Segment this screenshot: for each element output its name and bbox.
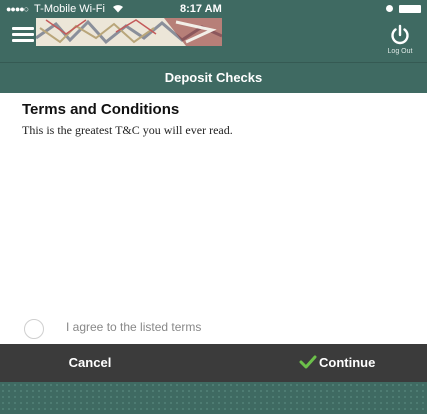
terms-heading: Terms and Conditions: [22, 101, 180, 118]
bank-logo-banner: [36, 18, 222, 46]
cancel-button[interactable]: Cancel: [40, 344, 140, 382]
wifi-icon: [113, 5, 123, 13]
action-bar: Cancel Continue: [0, 344, 427, 382]
logo-image: [36, 18, 222, 46]
agree-terms-label: I agree to the listed terms: [66, 320, 202, 334]
power-icon: [391, 24, 409, 45]
continue-label: Continue: [319, 355, 376, 370]
footer-pattern: [0, 382, 427, 414]
status-carrier-group: ●●●●○ T-Mobile Wi-Fi: [6, 0, 124, 18]
logout-label: Log Out: [387, 48, 413, 55]
menu-line-icon: [12, 27, 34, 30]
checkmark-icon: [299, 355, 317, 369]
app-header: ●●●●○ T-Mobile Wi-Fi 8:17 AM Log Out: [0, 0, 427, 62]
signal-strength-icon: ●●●●○: [6, 4, 29, 14]
terms-content: Terms and Conditions This is the greates…: [0, 93, 427, 343]
logout-button[interactable]: Log Out: [379, 22, 421, 58]
page-title: Deposit Checks: [0, 62, 427, 93]
status-time: 8:17 AM: [180, 3, 222, 15]
menu-line-icon: [12, 33, 34, 36]
status-indicator-icon: [386, 5, 393, 12]
terms-body-text: This is the greatest T&C you will ever r…: [22, 123, 233, 137]
continue-button[interactable]: Continue: [299, 344, 409, 382]
deposit-checks-screen: ●●●●○ T-Mobile Wi-Fi 8:17 AM Log Out Dep…: [0, 0, 427, 414]
agree-radio-icon[interactable]: [24, 319, 44, 339]
battery-icon: [399, 5, 421, 13]
menu-button[interactable]: [12, 27, 34, 43]
menu-line-icon: [12, 39, 34, 42]
carrier-name: T-Mobile Wi-Fi: [34, 3, 105, 15]
status-bar: ●●●●○ T-Mobile Wi-Fi 8:17 AM: [0, 0, 427, 18]
